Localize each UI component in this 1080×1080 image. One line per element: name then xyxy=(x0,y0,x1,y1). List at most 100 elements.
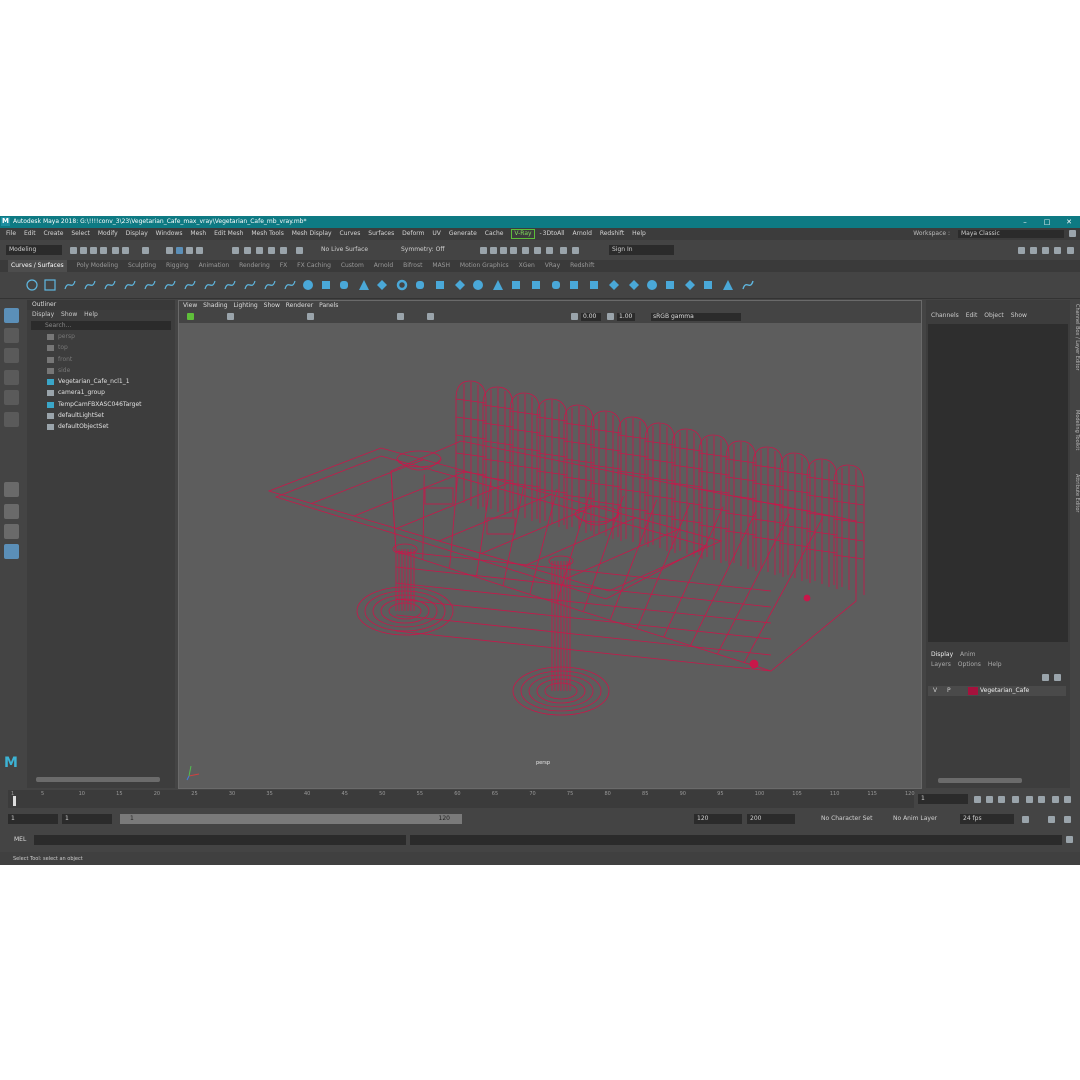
gamma-field[interactable]: 1.00 xyxy=(617,313,635,321)
menu-set-dropdown[interactable]: Modeling xyxy=(6,245,62,255)
workspace-dropdown[interactable]: Maya Classic xyxy=(958,230,1064,238)
play-backwards-icon[interactable] xyxy=(1012,796,1019,803)
shelf-tab-bifrost[interactable]: Bifrost xyxy=(403,260,422,272)
nurbs-square-icon[interactable] xyxy=(44,279,56,291)
history-icon[interactable] xyxy=(268,247,275,254)
layer-menu-help[interactable]: Help xyxy=(988,661,1002,668)
menu-edit[interactable]: Edit xyxy=(24,228,36,240)
snap-view-plane-icon[interactable] xyxy=(244,247,251,254)
vray-settings-icon[interactable] xyxy=(546,247,553,254)
menu-curves[interactable]: Curves xyxy=(340,228,361,240)
select-tool-icon[interactable] xyxy=(4,308,19,323)
gamma-icon[interactable] xyxy=(607,313,614,320)
viewport-menu-panels[interactable]: Panels xyxy=(319,302,338,309)
new-layer-icon[interactable] xyxy=(1042,674,1049,681)
move-tool-icon[interactable] xyxy=(4,370,19,385)
loft-icon[interactable] xyxy=(414,279,426,291)
save-scene-icon[interactable] xyxy=(90,247,97,254)
channel-menu-edit[interactable]: Edit xyxy=(966,312,978,319)
extend-surfaces-icon[interactable] xyxy=(722,279,734,291)
maximize-button[interactable]: □ xyxy=(1036,216,1058,228)
hypershade-icon[interactable] xyxy=(510,247,517,254)
layer-color-swatch[interactable] xyxy=(968,687,978,695)
viewport-panel[interactable]: View Shading Lighting Show Renderer Pane… xyxy=(178,300,922,789)
shelf-tab-xgen[interactable]: XGen xyxy=(519,260,535,272)
step-back-key-icon[interactable] xyxy=(986,796,993,803)
exposure-field[interactable]: 0.00 xyxy=(581,313,601,321)
nurbs-plane-icon[interactable] xyxy=(376,279,388,291)
go-to-start-icon[interactable] xyxy=(974,796,981,803)
layer-editor-icon[interactable] xyxy=(1067,247,1074,254)
channel-box-list[interactable] xyxy=(928,324,1068,642)
attribute-editor-icon[interactable] xyxy=(1030,247,1037,254)
shelf-tab-rigging[interactable]: Rigging xyxy=(166,260,189,272)
nurbs-torus-icon[interactable] xyxy=(396,279,408,291)
step-back-frame-icon[interactable] xyxy=(998,796,1005,803)
start-time-field[interactable]: 1 xyxy=(8,814,58,824)
tool-settings-icon[interactable] xyxy=(1042,247,1049,254)
scale-tool-icon[interactable] xyxy=(4,412,19,427)
channel-menu-show[interactable]: Show xyxy=(1011,312,1027,319)
color-space-dropdown[interactable]: sRGB gamma xyxy=(651,313,741,321)
viewport-menu-renderer[interactable]: Renderer xyxy=(286,302,313,309)
bezier-curve-icon[interactable] xyxy=(144,279,156,291)
outliner-item-vegetarian-cafe[interactable]: Vegetarian_Cafe_ncl1_1 xyxy=(27,376,175,387)
live-surface-field[interactable]: No Live Surface xyxy=(318,245,376,255)
menu-arnold[interactable]: Arnold xyxy=(572,228,591,240)
planar-icon[interactable] xyxy=(434,279,446,291)
extrude-icon[interactable] xyxy=(492,279,504,291)
shelf-tab-poly-modeling[interactable]: Poly Modeling xyxy=(77,260,119,272)
paint-select-tool-icon[interactable] xyxy=(4,348,19,363)
menu-generate[interactable]: Generate xyxy=(449,228,477,240)
render-settings-icon[interactable] xyxy=(500,247,507,254)
intersect-surfaces-icon[interactable] xyxy=(588,279,600,291)
select-by-object-icon[interactable] xyxy=(166,247,173,254)
new-scene-icon[interactable] xyxy=(70,247,77,254)
layer-playback-toggle[interactable]: P xyxy=(947,686,951,696)
script-editor-icon[interactable] xyxy=(1066,836,1073,843)
outliner-search-input[interactable]: Search... xyxy=(31,321,171,330)
outliner-item-front[interactable]: front xyxy=(27,354,175,365)
menu-cache[interactable]: Cache xyxy=(485,228,504,240)
viewport-menu-show[interactable]: Show xyxy=(264,302,280,309)
shelf-tab-fx[interactable]: FX xyxy=(280,260,288,272)
go-to-end-icon[interactable] xyxy=(1064,796,1071,803)
select-hierarchy-icon[interactable] xyxy=(142,247,149,254)
nurbs-cylinder-icon[interactable] xyxy=(338,279,350,291)
outliner-menu-help[interactable]: Help xyxy=(84,311,98,318)
snap-curve-icon[interactable] xyxy=(196,247,203,254)
insert-knot-icon[interactable] xyxy=(224,279,236,291)
project-curve-icon[interactable] xyxy=(568,279,580,291)
menu-uv[interactable]: UV xyxy=(432,228,441,240)
save-as-icon[interactable] xyxy=(100,247,107,254)
channel-box-icon[interactable] xyxy=(1054,247,1061,254)
outliner-scrollbar[interactable] xyxy=(36,777,160,782)
detach-surfaces-icon[interactable] xyxy=(664,279,676,291)
nurbs-sphere-icon[interactable] xyxy=(302,279,314,291)
extend-curve-icon[interactable] xyxy=(244,279,256,291)
channel-menu-channels[interactable]: Channels xyxy=(931,312,959,319)
birail-icon[interactable] xyxy=(472,279,484,291)
vray-render-icon[interactable] xyxy=(534,247,541,254)
layer-visibility-toggle[interactable]: V xyxy=(933,686,937,696)
input-output-icon[interactable] xyxy=(280,247,287,254)
layer-tab-anim[interactable]: Anim xyxy=(960,651,975,658)
make-live-icon[interactable] xyxy=(256,247,263,254)
persp-outliner-layout-icon[interactable] xyxy=(4,524,19,539)
current-frame-field[interactable]: 1 xyxy=(918,794,968,804)
menu-edit-mesh[interactable]: Edit Mesh xyxy=(214,228,243,240)
shelf-tab-custom[interactable]: Custom xyxy=(341,260,364,272)
lock-icon[interactable] xyxy=(1069,230,1076,237)
outliner-item-side[interactable]: side xyxy=(27,365,175,376)
camera-select-icon[interactable] xyxy=(187,313,194,320)
side-tab-modeling-toolkit[interactable]: Modeling Toolkit xyxy=(1071,410,1080,450)
arnold-render-icon[interactable] xyxy=(560,247,567,254)
ep-curve-icon[interactable] xyxy=(84,279,96,291)
lasso-tool-icon[interactable] xyxy=(4,328,19,343)
layer-menu-layers[interactable]: Layers xyxy=(931,661,951,668)
pencil-curve-icon[interactable] xyxy=(104,279,116,291)
step-forward-frame-icon[interactable] xyxy=(1038,796,1045,803)
time-slider[interactable]: 1 5 10 15 20 25 30 35 40 45 50 55 60 65 70 75 80 85 90 95 10… xyxy=(8,790,915,808)
shelf-tab-redshift[interactable]: Redshift xyxy=(570,260,594,272)
shelf-tab-motion-graphics[interactable]: Motion Graphics xyxy=(460,260,509,272)
